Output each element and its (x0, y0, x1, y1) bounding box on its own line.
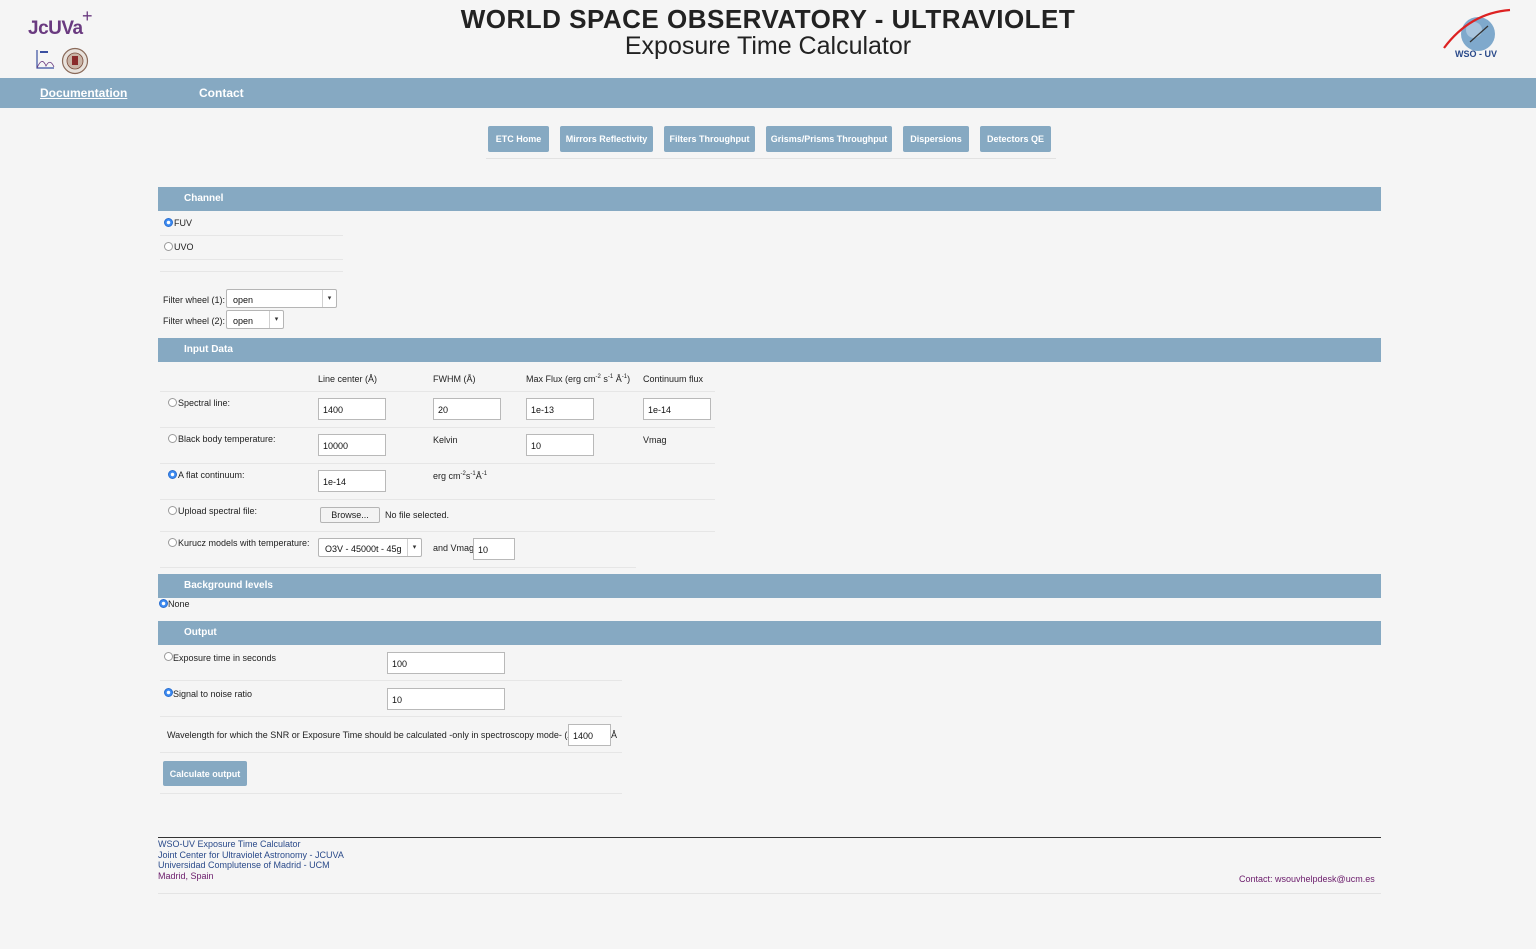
line-center-input[interactable]: 1400 (318, 398, 386, 420)
page-title: WORLD SPACE OBSERVATORY - ULTRAVIOLET (460, 4, 1076, 34)
footer-contact-link[interactable]: Contact: wsouvhelpdesk@ucm.es (1239, 874, 1375, 884)
divider (160, 567, 636, 568)
wavelength-input[interactable]: 1400 (568, 724, 611, 746)
browse-button[interactable]: Browse... (320, 507, 380, 523)
exposure-time-label: Exposure time in seconds (173, 653, 277, 663)
flat-continuum-radio[interactable] (168, 470, 177, 479)
black-body-label: Black body temperature: (178, 434, 276, 444)
snr-label: Signal to noise ratio (173, 689, 253, 699)
filter-wheel-2-label: Filter wheel (2): (163, 316, 226, 326)
calculate-output-button[interactable]: Calculate output (163, 761, 247, 786)
divider (160, 499, 715, 500)
exposure-time-input[interactable]: 100 (387, 652, 505, 674)
filter-wheel-2-value: open (233, 316, 254, 326)
output-section-header: Output (158, 621, 1381, 645)
footer-line-4: Madrid, Spain (158, 871, 214, 881)
filter-wheel-1-label: Filter wheel (1): (163, 295, 226, 305)
divider (160, 752, 622, 753)
chevron-down-icon: ▾ (322, 290, 336, 307)
divider (160, 259, 343, 260)
tab-grisms-prisms-throughput[interactable]: Grisms/Prisms Throughput (766, 126, 892, 152)
snr-radio[interactable] (164, 688, 173, 697)
kurucz-label: Kurucz models with temperature: (178, 538, 310, 548)
tabs-divider (486, 158, 1056, 159)
vmag-unit: Vmag (643, 435, 667, 445)
divider (160, 271, 343, 272)
black-body-vmag-input[interactable]: 10 (526, 434, 594, 456)
divider (160, 463, 715, 464)
channel-fuv-label: FUV (174, 218, 192, 228)
footer-line-2: Joint Center for Ultraviolet Astronomy -… (158, 850, 344, 860)
fwhm-input[interactable]: 20 (433, 398, 501, 420)
kurucz-model-value: O3V - 45000t - 45g (325, 544, 402, 554)
channel-fuv-radio[interactable] (164, 218, 173, 227)
wavelength-label: Wavelength for which the SNR or Exposure… (167, 730, 578, 740)
background-section-header: Background levels (158, 574, 1381, 598)
black-body-temp-input[interactable]: 10000 (318, 434, 386, 456)
filter-wheel-2-select[interactable]: open ▾ (226, 310, 284, 329)
input-data-section-header: Input Data (158, 338, 1381, 362)
black-body-radio[interactable] (168, 434, 177, 443)
tab-dispersions[interactable]: Dispersions (903, 126, 969, 152)
background-none-label: None (168, 599, 190, 609)
divider (160, 235, 343, 236)
nav-documentation-link[interactable]: Documentation (40, 86, 127, 100)
footer-line-1: WSO-UV Exposure Time Calculator (158, 839, 301, 849)
col-continuum-flux: Continuum flux (643, 374, 704, 384)
channel-uvo-label: UVO (174, 242, 194, 252)
footer-divider (158, 837, 1381, 838)
globe-icon: WSO - UV (1443, 8, 1511, 59)
tab-etc-home[interactable]: ETC Home (488, 126, 549, 152)
flat-continuum-label: A flat continuum: (178, 470, 245, 480)
channel-uvo-radio[interactable] (164, 242, 173, 251)
footer-bottom-divider (158, 893, 1381, 894)
chevron-down-icon: ▾ (407, 539, 421, 556)
continuum-flux-input[interactable]: 1e-14 (643, 398, 711, 420)
col-max-flux: Max Flux (erg cm-2 s-1 Å-1) (526, 374, 631, 384)
spectral-line-label: Spectral line: (178, 398, 231, 408)
wso-uv-logo: WSO - UV (1440, 8, 1515, 63)
kurucz-model-select[interactable]: O3V - 45000t - 45g ▾ (318, 538, 422, 557)
flat-continuum-input[interactable]: 1e-14 (318, 470, 386, 492)
file-status: No file selected. (385, 510, 450, 520)
page-subtitle: Exposure Time Calculator (624, 32, 912, 60)
col-fwhm: FWHM (Å) (433, 374, 476, 384)
divider (160, 427, 715, 428)
chevron-down-icon: ▾ (269, 311, 283, 328)
exposure-time-radio[interactable] (164, 652, 173, 661)
wso-uv-logo-text: WSO - UV (1455, 49, 1497, 59)
divider (160, 793, 622, 794)
max-flux-input[interactable]: 1e-13 (526, 398, 594, 420)
filter-wheel-1-select[interactable]: open ▾ (226, 289, 337, 308)
col-line-center: Line center (Å) (318, 374, 378, 384)
upload-spectral-radio[interactable] (168, 506, 177, 515)
filter-wheel-1-value: open (233, 295, 254, 305)
divider (160, 680, 622, 681)
snr-input[interactable]: 10 (387, 688, 505, 710)
tab-filters-throughput[interactable]: Filters Throughput (664, 126, 755, 152)
divider (160, 531, 715, 532)
kurucz-radio[interactable] (168, 538, 177, 547)
divider (160, 716, 622, 717)
and-vmag-label: and Vmag (433, 543, 475, 553)
wavelength-unit: Å (611, 730, 618, 740)
footer-line-3: Universidad Complutense of Madrid - UCM (158, 860, 330, 870)
nav-contact-link[interactable]: Contact (199, 86, 244, 100)
spectral-line-radio[interactable] (168, 398, 177, 407)
kurucz-vmag-input[interactable]: 10 (473, 538, 515, 560)
channel-section-header: Channel (158, 187, 1381, 211)
kelvin-unit: Kelvin (433, 435, 458, 445)
divider (160, 391, 715, 392)
background-none-radio[interactable] (159, 599, 168, 608)
upload-spectral-label: Upload spectral file: (178, 506, 258, 516)
tab-detectors-qe[interactable]: Detectors QE (980, 126, 1051, 152)
top-navbar: Documentation Contact (0, 78, 1536, 108)
flat-continuum-unit: erg cm-2s-1Å-1 (433, 471, 488, 481)
tab-mirrors-reflectivity[interactable]: Mirrors Reflectivity (560, 126, 653, 152)
